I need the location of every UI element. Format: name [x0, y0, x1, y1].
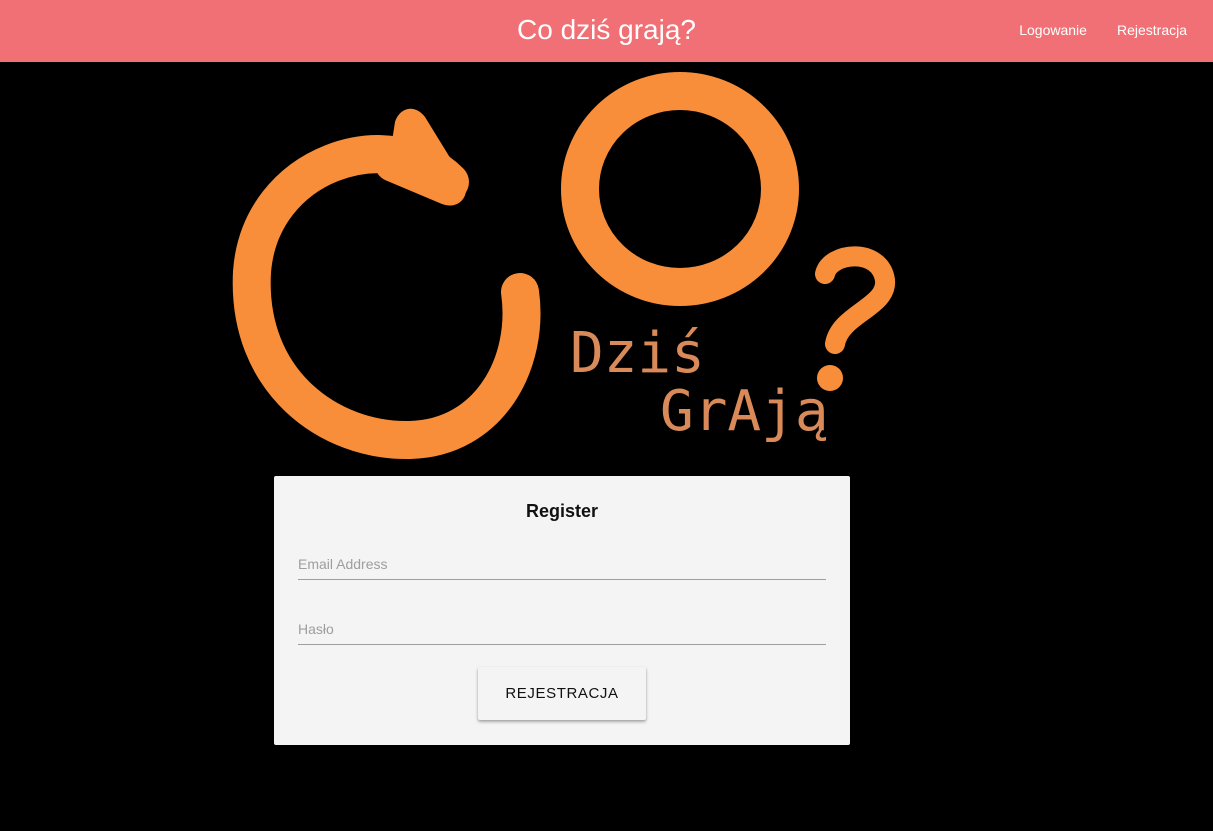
brand-title[interactable]: Co dziś grają? — [517, 14, 696, 45]
logo-c-arrow — [232, 135, 541, 460]
top-nav: Logowanie Rejestracja — [1019, 19, 1187, 41]
register-title: Register — [525, 501, 599, 521]
logo-arrow-head — [375, 108, 467, 206]
email-field[interactable] — [298, 549, 826, 580]
register-card: Register REJESTRACJA — [274, 476, 850, 745]
logo-text-dzis: Dziś — [570, 321, 705, 386]
nav-link-rejestracja[interactable]: Rejestracja — [1117, 19, 1187, 41]
nav-link-logowanie[interactable]: Logowanie — [1019, 19, 1087, 41]
register-button[interactable]: REJESTRACJA — [478, 667, 646, 720]
password-field[interactable] — [298, 614, 826, 645]
logo-question-mark — [815, 246, 895, 391]
logo-text-graja: GrAją — [660, 379, 829, 444]
co-dzis-graja-logo: Dziś GrAją — [232, 72, 895, 460]
logo-o-ring — [561, 72, 799, 306]
top-navbar: Co dziś grają? Logowanie Rejestracja — [0, 0, 1213, 62]
